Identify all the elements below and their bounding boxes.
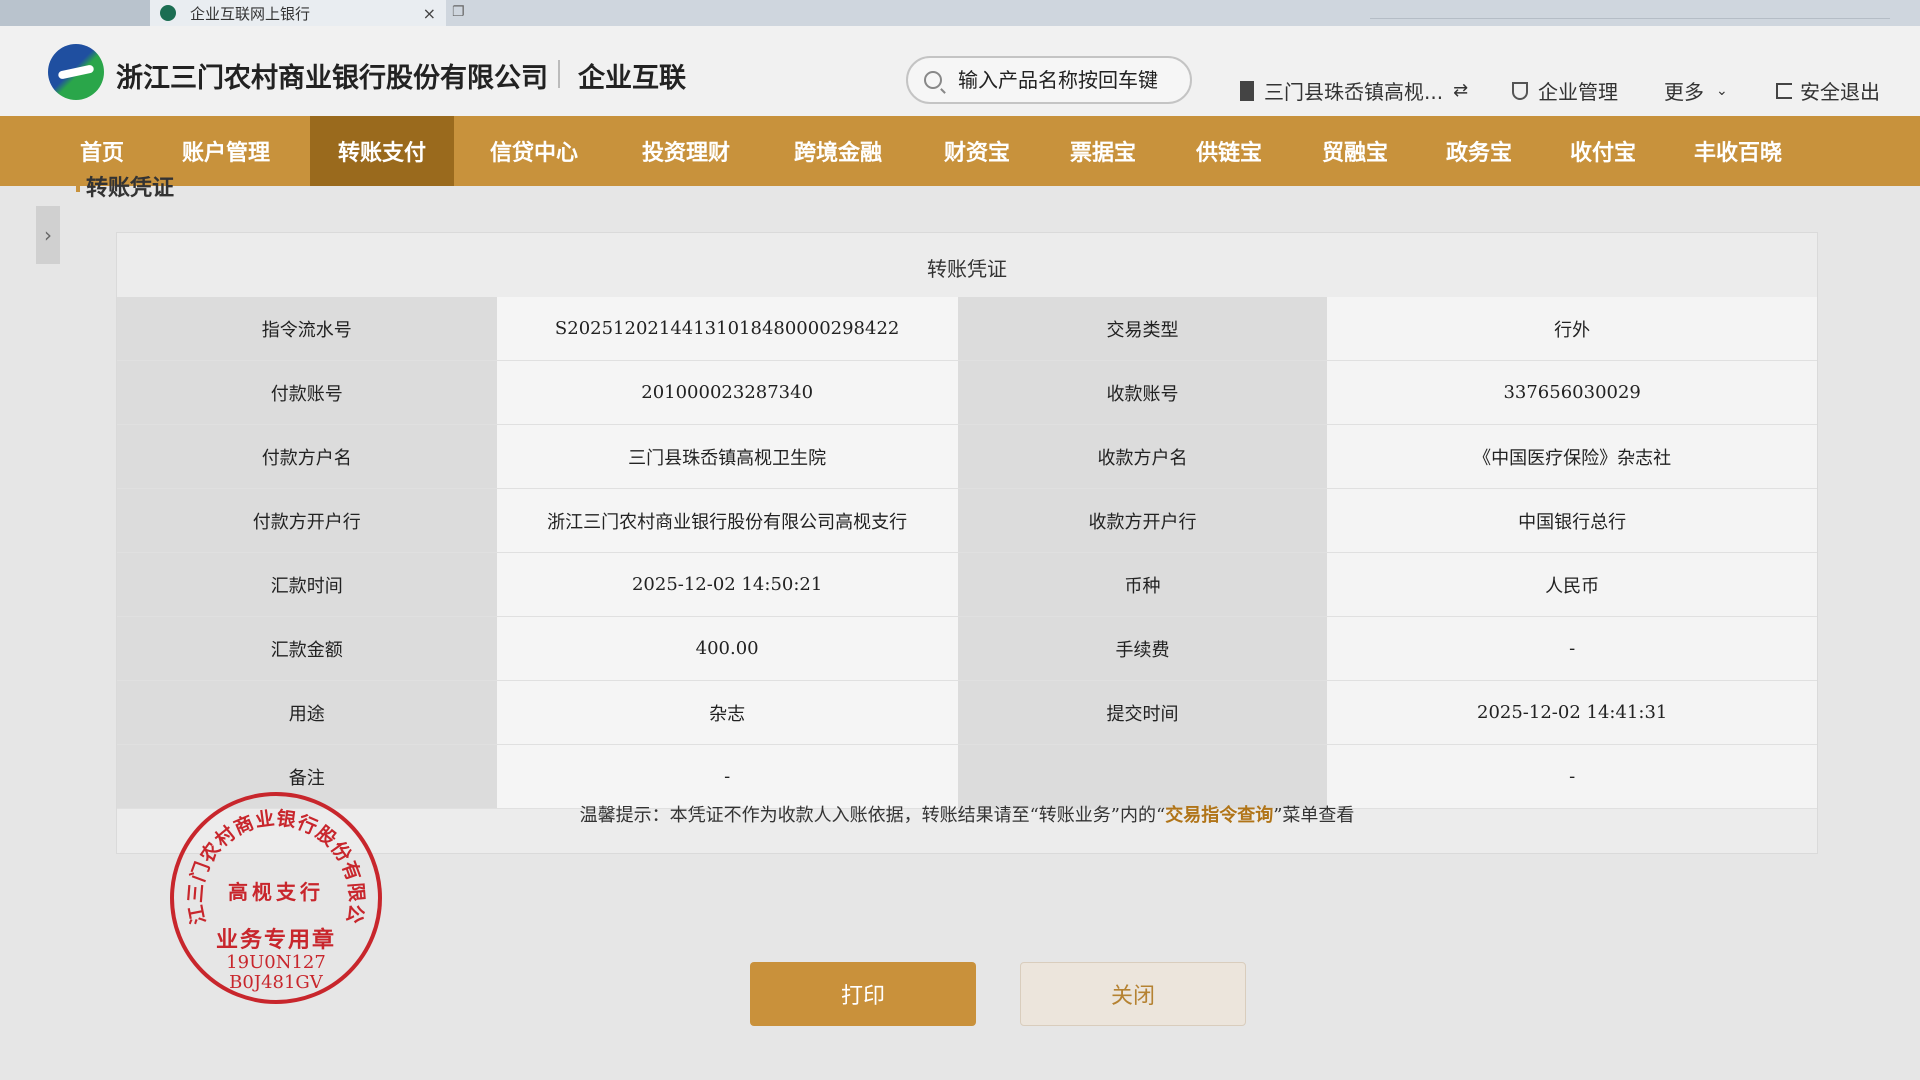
tip-suffix: ”菜单查看: [1273, 805, 1355, 826]
header-divider: [558, 60, 560, 88]
org-name: 三门县珠岙镇高枧...: [1264, 80, 1444, 104]
logout-label: 安全退出: [1800, 80, 1880, 104]
field-label: 汇款金额: [117, 616, 497, 681]
field-label: 付款账号: [117, 360, 497, 425]
nav-item-caizibao[interactable]: 财资宝: [944, 116, 1010, 186]
voucher-row: 付款账号 201000023287340 收款账号 337656030029: [117, 360, 1817, 425]
voucher-table: 指令流水号 S20251202144131018480000298422 交易类型行…: [117, 297, 1817, 809]
browser-tab[interactable]: 企业互联网上银行 ×: [150, 0, 446, 26]
field-value: 中国银行总行: [1327, 488, 1817, 553]
voucher-row: 汇款时间 2025-12-02 14:50:21 币种 人民币: [117, 552, 1817, 617]
more-label: 更多: [1664, 80, 1704, 104]
nav-item-shoufubao[interactable]: 收付宝: [1570, 116, 1636, 186]
enterprise-management-link[interactable]: 企业管理: [1512, 76, 1618, 105]
main-nav: 首页 账户管理 转账支付 信贷中心 投资理财 跨境金融 财资宝 票据宝 供链宝 …: [0, 116, 1920, 186]
field-value: -: [1327, 744, 1817, 809]
bank-favicon-icon: [160, 5, 176, 21]
field-label: 交易类型: [957, 297, 1328, 361]
org-switcher[interactable]: 三门县珠岙镇高枧... ⇄: [1240, 76, 1468, 105]
product-search-input[interactable]: [956, 67, 1180, 93]
voucher-row: 付款方开户行 浙江三门农村商业银行股份有限公司高枧支行 收款方开户行 中国银行总行: [117, 488, 1817, 553]
field-value: 人民币: [1327, 552, 1817, 617]
svg-text:浙江三门农村商业银行股份有限公司: 浙江三门农村商业银行股份有限公司: [174, 796, 368, 926]
field-value: 201000023287340: [496, 360, 958, 425]
chevron-down-icon: ⌄: [1716, 82, 1728, 99]
product-search-box[interactable]: [906, 56, 1192, 104]
logout-link[interactable]: 安全退出: [1776, 76, 1880, 105]
chevron-right-icon: ›: [44, 223, 52, 247]
field-label: 提交时间: [957, 680, 1328, 745]
voucher-row: 汇款金额 400.00 手续费 -: [117, 616, 1817, 681]
switch-icon: ⇄: [1453, 80, 1469, 101]
logout-icon: [1776, 82, 1792, 99]
nav-item-piaojubao[interactable]: 票据宝: [1070, 116, 1136, 186]
voucher-row: 付款方户名 三门县珠岙镇高枧卫生院 收款方户名 《中国医疗保险》杂志社: [117, 424, 1817, 489]
previous-tab[interactable]: [0, 0, 150, 26]
nav-item-fengshou[interactable]: 丰收百晓: [1694, 116, 1782, 186]
field-value: 浙江三门农村商业银行股份有限公司高枧支行: [496, 488, 958, 553]
nav-item-maorongbao[interactable]: 贸融宝: [1322, 116, 1388, 186]
seal-usage: 业务专用章: [215, 927, 336, 953]
transaction-query-link[interactable]: 交易指令查询: [1165, 805, 1273, 826]
seal-ring-label: 浙江三门农村商业银行股份有限公司: [174, 796, 367, 926]
field-value: -: [1327, 616, 1817, 681]
field-label: 收款方开户行: [957, 488, 1328, 553]
field-label: 付款方户名: [117, 424, 497, 489]
browser-address-bar[interactable]: [1370, 2, 1890, 19]
tab-title: 企业互联网上银行: [190, 4, 311, 23]
field-label: 用途: [117, 680, 497, 745]
field-label: 收款方户名: [957, 424, 1328, 489]
nav-item-accounts[interactable]: 账户管理: [182, 116, 270, 186]
tab-close-icon[interactable]: ×: [423, 4, 436, 23]
browser-tab-strip: 企业互联网上银行 × ❐: [0, 0, 1920, 26]
field-label: 收款账号: [957, 360, 1328, 425]
field-value: 《中国医疗保险》杂志社: [1327, 424, 1817, 489]
nav-item-transfer[interactable]: 转账支付: [310, 116, 455, 186]
bank-name: 浙江三门农村商业银行股份有限公司: [116, 63, 548, 94]
field-value: 337656030029: [1327, 360, 1817, 425]
voucher-row: 指令流水号 S20251202144131018480000298422 交易类型行…: [117, 297, 1817, 361]
field-label: 手续费: [957, 616, 1328, 681]
print-button[interactable]: 打印: [750, 962, 976, 1026]
shield-icon: [1512, 81, 1528, 100]
new-tab-icon[interactable]: ❐: [452, 4, 465, 20]
nav-item-investment[interactable]: 投资理财: [642, 116, 730, 186]
nav-item-crossborder[interactable]: 跨境金融: [794, 116, 882, 186]
search-icon: [924, 71, 942, 89]
building-icon: [1240, 80, 1254, 101]
seal-branch: 高枧支行: [228, 880, 324, 904]
nav-item-zhengwubao[interactable]: 政务宝: [1446, 116, 1512, 186]
sidebar-toggle[interactable]: ›: [36, 206, 60, 264]
nav-item-credit[interactable]: 信贷中心: [490, 116, 578, 186]
voucher-row: 用途 杂志 提交时间 2025-12-02 14:41:31: [117, 680, 1817, 745]
close-button[interactable]: 关闭: [1020, 962, 1246, 1026]
field-value: 三门县珠岙镇高枧卫生院: [496, 424, 958, 489]
seal-code-1: 19U0N127: [226, 952, 326, 973]
field-label: [957, 744, 1328, 809]
seal-code-2: B0J481GV: [229, 972, 323, 993]
site-header: 浙江三门农村商业银行股份有限公司 企业互联 三门县珠岙镇高枧... ⇄ 企业管理…: [0, 26, 1920, 116]
more-menu[interactable]: 更多 ⌄: [1664, 76, 1728, 105]
field-value: 2025-12-02 14:41:31: [1327, 680, 1817, 745]
field-value: 400.00: [496, 616, 958, 681]
field-label: 币种: [957, 552, 1328, 617]
nav-item-gonglianbao[interactable]: 供链宝: [1196, 116, 1262, 186]
voucher-title: 转账凭证: [927, 257, 1007, 281]
official-seal: 浙江三门农村商业银行股份有限公司 高枧支行 业务专用章 19U0N127 B0J…: [170, 792, 382, 1004]
page-title: 转账凭证: [75, 170, 174, 202]
field-value: S20251202144131018480000298422: [496, 297, 958, 361]
tip-prefix: 温馨提示：本凭证不作为收款人入账依据，转账结果请至“转账业务”内的“: [579, 805, 1166, 826]
field-value: 行外: [1327, 297, 1817, 361]
field-value: 2025-12-02 14:50:21: [496, 552, 958, 617]
field-label: 汇款时间: [117, 552, 497, 617]
product-name: 企业互联: [578, 63, 686, 94]
field-value: -: [496, 744, 958, 809]
field-label: 指令流水号: [117, 297, 497, 361]
field-value: 杂志: [496, 680, 958, 745]
enterprise-management-label: 企业管理: [1538, 80, 1618, 104]
voucher-panel: 转账凭证 指令流水号 S20251202144131018480000298422…: [116, 232, 1818, 854]
field-label: 付款方开户行: [117, 488, 497, 553]
bank-logo-icon: [48, 44, 104, 100]
